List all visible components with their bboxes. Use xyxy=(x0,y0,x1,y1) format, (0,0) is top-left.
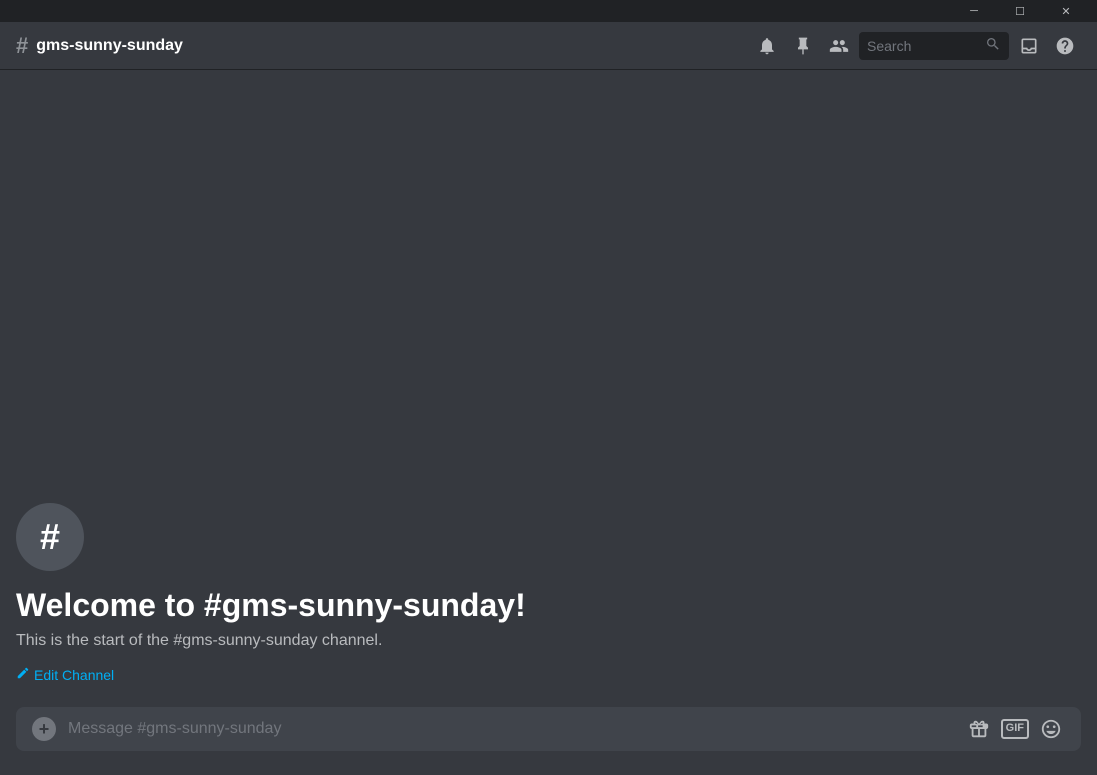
message-input[interactable] xyxy=(68,720,953,738)
edit-channel-label: Edit Channel xyxy=(34,667,114,683)
maximize-button[interactable]: ☐ xyxy=(997,0,1043,22)
title-bar-controls: ─ ☐ ✕ xyxy=(951,0,1089,22)
channel-welcome: # Welcome to #gms-sunny-sunday! This is … xyxy=(16,487,1081,707)
inbox-button[interactable] xyxy=(1013,30,1045,62)
channel-icon-large: # xyxy=(16,503,84,571)
message-input-area: + GIF xyxy=(16,707,1081,751)
search-input[interactable] xyxy=(867,38,981,54)
plus-icon: + xyxy=(39,719,50,740)
welcome-title: Welcome to #gms-sunny-sunday! xyxy=(16,587,1081,624)
members-icon xyxy=(829,36,849,56)
minimize-button[interactable]: ─ xyxy=(951,0,997,22)
welcome-hash-icon: # xyxy=(40,519,60,555)
gif-button[interactable]: GIF xyxy=(1001,719,1029,738)
channel-header-right xyxy=(751,30,1081,62)
gift-icon xyxy=(968,718,990,740)
pencil-icon xyxy=(16,666,30,683)
pin-icon xyxy=(793,36,813,56)
edit-channel-link[interactable]: Edit Channel xyxy=(16,666,1081,683)
close-button[interactable]: ✕ xyxy=(1043,0,1089,22)
main-content: # Welcome to #gms-sunny-sunday! This is … xyxy=(0,70,1097,775)
notifications-button[interactable] xyxy=(751,30,783,62)
messages-area: # Welcome to #gms-sunny-sunday! This is … xyxy=(0,70,1097,707)
title-bar: ─ ☐ ✕ xyxy=(0,0,1097,22)
channel-header-left: # gms-sunny-sunday xyxy=(16,35,743,57)
search-bar[interactable] xyxy=(859,32,1009,60)
emoji-icon xyxy=(1040,718,1062,740)
bell-icon xyxy=(757,36,777,56)
inbox-icon xyxy=(1019,36,1039,56)
emoji-button[interactable] xyxy=(1037,715,1065,743)
hash-icon: # xyxy=(16,35,28,57)
help-button[interactable] xyxy=(1049,30,1081,62)
pinned-messages-button[interactable] xyxy=(787,30,819,62)
welcome-subtitle: This is the start of the #gms-sunny-sund… xyxy=(16,632,1081,650)
add-attachment-button[interactable]: + xyxy=(32,717,56,741)
help-icon xyxy=(1055,36,1075,56)
members-button[interactable] xyxy=(823,30,855,62)
channel-title: gms-sunny-sunday xyxy=(36,37,183,55)
gift-button[interactable] xyxy=(965,715,993,743)
search-icon xyxy=(985,36,1001,55)
input-right-icons: GIF xyxy=(965,715,1065,743)
channel-header: # gms-sunny-sunday xyxy=(0,22,1097,70)
